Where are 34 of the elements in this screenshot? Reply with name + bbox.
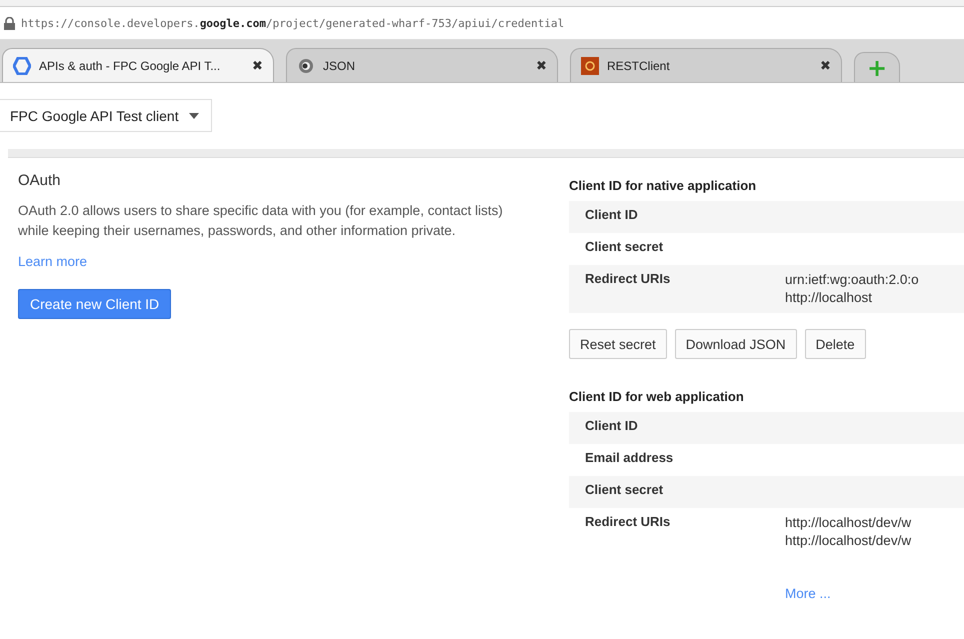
hexagon-icon <box>13 56 31 74</box>
close-icon[interactable]: ✖ <box>820 58 831 73</box>
tab-title: RESTClient <box>607 58 671 72</box>
caret-icon <box>188 112 199 118</box>
browser-tab[interactable]: JSON ✖ <box>286 48 558 82</box>
row-value: urn:ietf:wg:oauth:2.0:o <box>785 271 919 289</box>
browser-tab[interactable]: APIs & auth - FPC Google API T... ✖ <box>2 48 274 82</box>
section-title: OAuth <box>18 172 62 189</box>
close-icon[interactable]: ✖ <box>536 58 547 73</box>
action-button[interactable]: Download JSON <box>674 329 797 359</box>
action-button[interactable]: Reset secret <box>569 329 667 359</box>
row-value: http://localhost/dev/w <box>785 532 912 550</box>
tab-title: JSON <box>323 58 356 72</box>
row-value: http://localhost <box>785 289 874 307</box>
lock-icon <box>4 16 15 30</box>
ring-icon <box>297 56 315 74</box>
address-url[interactable]: https://console.developers.google.com/project/generated-wharf-753/apiui/credential <box>21 16 564 30</box>
tab-title: APIs & auth - FPC Google API T... <box>39 58 222 72</box>
close-icon[interactable]: ✖ <box>252 58 263 73</box>
row-label: Redirect URIs <box>585 514 672 531</box>
action-button[interactable]: Delete <box>804 329 866 359</box>
row-label: Client secret <box>585 482 664 499</box>
section-title: Client ID for native application <box>569 178 758 193</box>
project-dropdown[interactable]: FPC Google API Test client <box>0 99 212 132</box>
row-label: Redirect URIs <box>585 271 672 288</box>
create-client-button[interactable]: Create new Client ID <box>18 289 172 319</box>
row-label: Client secret <box>585 239 664 256</box>
row-value: http://localhost/dev/w <box>785 514 912 532</box>
row-label: Client ID <box>585 207 639 224</box>
row-label: Client ID <box>585 418 639 435</box>
description: OAuth 2.0 allows users to share specific data with you (for example, contact lists) while keeping their usernames, passwords, and other information private. <box>18 202 504 240</box>
browser-tab[interactable]: RESTClient ✖ <box>570 48 842 82</box>
section-title: Client ID for web application <box>569 389 745 404</box>
row-label: Email address <box>585 450 674 467</box>
